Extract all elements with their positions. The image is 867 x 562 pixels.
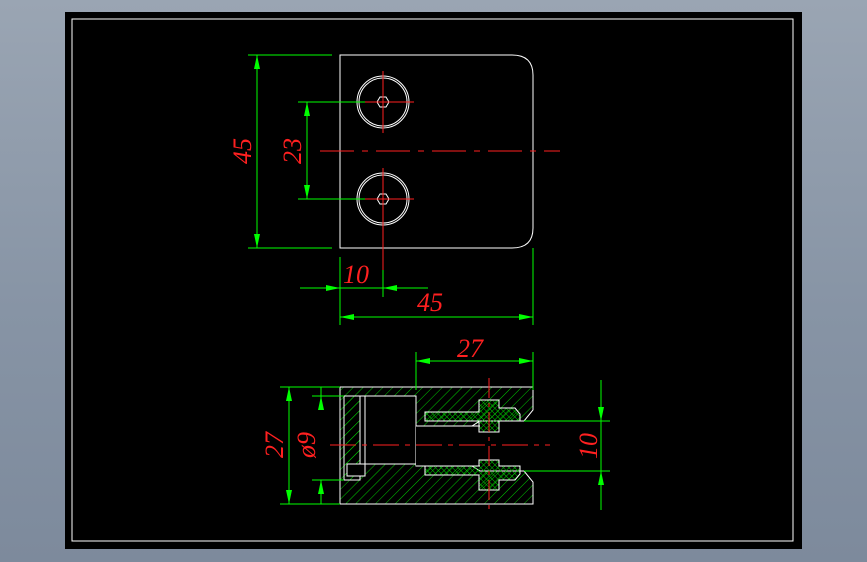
drawing-sheet: 45 23 10 45 27 27 ø9 10 (65, 12, 802, 549)
dim-label-hole-offset: 10 (343, 260, 369, 289)
dim-label-hole-spacing: 23 (278, 138, 307, 164)
dim-label-bore-diameter: ø9 (292, 432, 321, 459)
dim-label-overall-height: 45 (228, 138, 257, 164)
dim-label-slot-gap: 10 (574, 433, 603, 459)
section-view: 27 27 ø9 10 (260, 334, 610, 512)
cad-drawing: 45 23 10 45 27 27 ø9 10 (71, 18, 794, 542)
top-view: 45 23 10 45 (228, 54, 560, 325)
dim-label-overall-width: 45 (417, 288, 443, 317)
dim-label-section-height: 27 (260, 431, 289, 458)
glass-slot (416, 426, 533, 466)
bore-insert-plug (346, 463, 366, 477)
dim-depth: 27 (415, 334, 534, 390)
bore-cavity (364, 395, 417, 465)
screw-hole-lower (352, 168, 414, 270)
dim-label-depth: 27 (457, 334, 484, 363)
dim-hole-offset: 10 (300, 257, 428, 325)
